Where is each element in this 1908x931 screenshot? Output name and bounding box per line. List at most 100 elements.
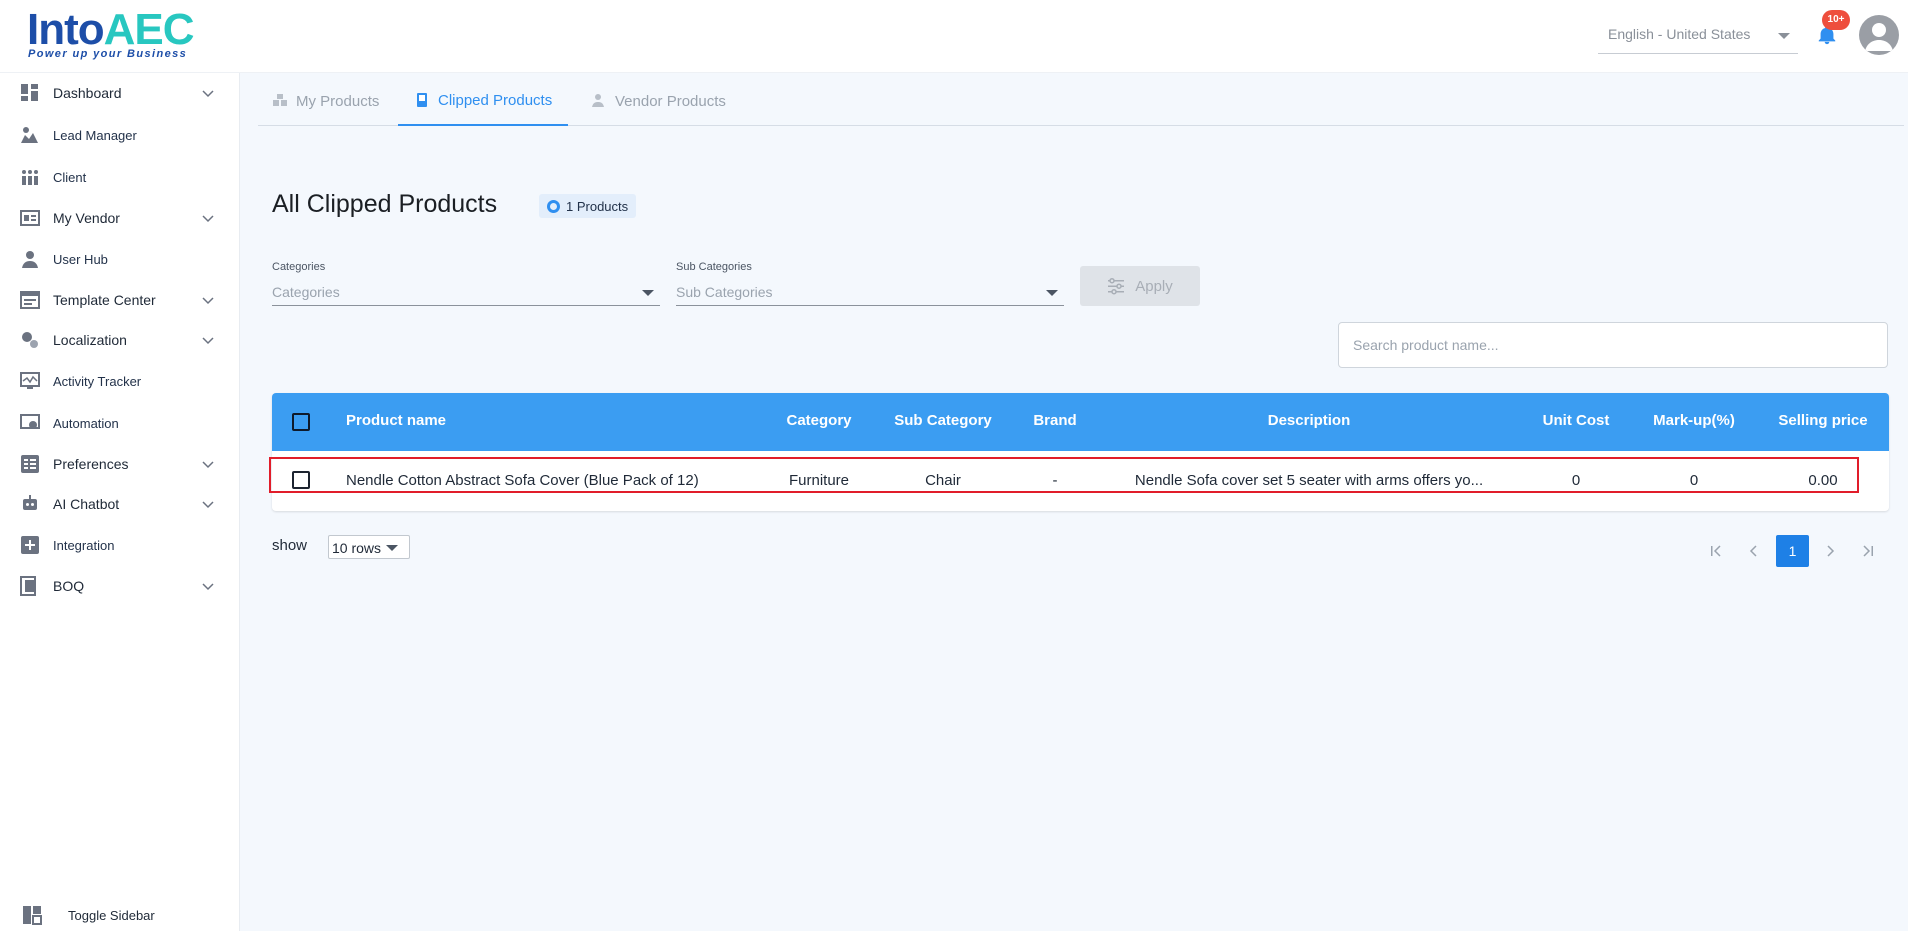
- sidebar-item-label: User Hub: [53, 251, 108, 267]
- column-header-product-name[interactable]: Product name: [346, 412, 446, 429]
- chevron-down-icon: [202, 297, 214, 305]
- sidebar-item-label: BOQ: [53, 578, 85, 594]
- chevron-down-icon: [202, 501, 214, 509]
- vendor-icon: [20, 210, 40, 226]
- chevron-right-icon: [1827, 545, 1835, 557]
- sidebar-item-client[interactable]: Client: [0, 159, 240, 195]
- column-header-selling-price[interactable]: Selling price: [1778, 412, 1867, 429]
- cell-markup: 0: [1689, 472, 1699, 489]
- row-checkbox[interactable]: [292, 471, 310, 489]
- product-count-badge: 1 Products: [539, 194, 637, 218]
- search-input[interactable]: [1339, 323, 1887, 367]
- sidebar-item-label: Automation: [53, 415, 119, 431]
- brand-logo[interactable]: IntoAEC Power up your Business: [27, 6, 195, 62]
- page-1-button[interactable]: 1: [1776, 535, 1809, 567]
- sidebar-item-boq[interactable]: BOQ: [0, 568, 240, 604]
- categories-select[interactable]: Categories: [272, 280, 660, 306]
- top-header: IntoAEC Power up your Business English -…: [0, 0, 1908, 73]
- rows-per-page-value: 10 rows: [332, 540, 382, 556]
- language-value: English - United States: [1608, 26, 1751, 42]
- lead-manager-icon: [21, 127, 38, 143]
- tab-label: Clipped Products: [438, 91, 553, 109]
- column-header-category[interactable]: Category: [786, 412, 851, 429]
- cell-description: Nendle Sofa cover set 5 seater with arms…: [1134, 472, 1484, 489]
- subcategories-placeholder: Sub Categories: [676, 284, 773, 300]
- chevron-down-icon: [202, 90, 214, 98]
- caret-down-icon: [642, 290, 654, 296]
- cell-category: Furniture: [788, 472, 850, 489]
- clip-icon: [417, 93, 427, 107]
- sidebar-item-integration[interactable]: Integration: [0, 527, 240, 563]
- column-header-description[interactable]: Description: [1268, 412, 1351, 429]
- next-page-button[interactable]: [1814, 535, 1846, 567]
- automation-icon: [20, 414, 40, 429]
- tab-my-products[interactable]: My Products: [272, 76, 379, 126]
- preferences-icon: [21, 455, 39, 473]
- caret-down-icon: [386, 545, 398, 551]
- apply-label: Apply: [1135, 277, 1173, 295]
- show-label: show: [272, 537, 308, 554]
- last-page-button[interactable]: [1852, 535, 1884, 567]
- language-select[interactable]: English - United States: [1598, 20, 1798, 54]
- column-header-sub-category[interactable]: Sub Category: [894, 412, 992, 429]
- localization-icon: [22, 332, 38, 348]
- sidebar-item-my-vendor[interactable]: My Vendor: [0, 200, 240, 236]
- toggle-sidebar-label: Toggle Sidebar: [68, 907, 155, 923]
- sidebar-item-dashboard[interactable]: Dashboard: [0, 75, 240, 111]
- sidebar-item-template-center[interactable]: Template Center: [0, 282, 240, 318]
- sidebar-item-label: AI Chatbot: [53, 496, 120, 512]
- user-avatar[interactable]: [1859, 15, 1899, 55]
- boxes-icon: [273, 94, 287, 106]
- logo-tagline: Power up your Business: [28, 48, 188, 60]
- prev-page-button[interactable]: [1738, 535, 1770, 567]
- cell-brand: -: [1052, 472, 1058, 489]
- rows-per-page-select[interactable]: 10 rows: [328, 535, 410, 559]
- cell-sub-category: Chair: [925, 472, 961, 489]
- sidebar-item-localization[interactable]: Localization: [0, 322, 240, 358]
- subcategories-label: Sub Categories: [676, 261, 752, 273]
- first-page-icon: [1711, 545, 1721, 557]
- categories-placeholder: Categories: [272, 284, 340, 300]
- caret-down-icon: [1046, 290, 1058, 296]
- toggle-sidebar-button[interactable]: Toggle Sidebar: [0, 897, 240, 931]
- template-icon: [20, 291, 40, 309]
- column-header-unit-cost[interactable]: Unit Cost: [1543, 412, 1610, 429]
- integration-icon: [21, 536, 39, 554]
- boq-icon: [20, 576, 36, 596]
- search-box: [1338, 322, 1888, 368]
- sidebar-item-preferences[interactable]: Preferences: [0, 446, 240, 482]
- column-header-brand[interactable]: Brand: [1033, 412, 1076, 429]
- sidebar-item-ai-chatbot[interactable]: AI Chatbot: [0, 486, 240, 522]
- user-icon: [22, 251, 38, 268]
- sidebar-item-label: Dashboard: [53, 85, 122, 101]
- sidebar-item-automation[interactable]: Automation: [0, 405, 240, 441]
- sidebar: Dashboard Lead Manager Client My Vendor …: [0, 73, 240, 931]
- sidebar-item-activity-tracker[interactable]: Activity Tracker: [0, 363, 240, 399]
- chevron-left-icon: [1749, 545, 1757, 557]
- tab-label: Vendor Products: [615, 92, 726, 110]
- column-header-markup[interactable]: Mark-up(%): [1653, 412, 1735, 429]
- product-count-label: 1 Products: [566, 198, 629, 214]
- tab-clipped-products[interactable]: Clipped Products: [398, 76, 569, 126]
- ring-icon: [547, 199, 560, 213]
- sidebar-item-label: Client: [53, 169, 87, 185]
- sidebar-item-lead-manager[interactable]: Lead Manager: [0, 117, 240, 153]
- products-table: Product name Category Sub Category Brand…: [269, 393, 1889, 511]
- apply-button[interactable]: Apply: [1080, 266, 1200, 306]
- table-header: Product name Category Sub Category Brand…: [272, 393, 1889, 451]
- subcategories-select[interactable]: Sub Categories: [676, 280, 1064, 306]
- client-icon: [22, 170, 38, 185]
- chevron-down-icon: [202, 461, 214, 469]
- first-page-button[interactable]: [1700, 535, 1732, 567]
- tab-vendor-products[interactable]: Vendor Products: [591, 76, 726, 126]
- caret-down-icon: [1778, 33, 1790, 39]
- dashboard-icon: [21, 84, 38, 101]
- table-row[interactable]: Nendle Cotton Abstract Sofa Cover (Blue …: [269, 451, 1889, 511]
- chevron-down-icon: [202, 583, 214, 591]
- select-all-checkbox[interactable]: [292, 413, 310, 431]
- sidebar-item-label: Localization: [53, 332, 127, 348]
- sidebar-item-label: Integration: [53, 537, 115, 553]
- vendor-user-icon: [592, 94, 604, 107]
- logo-wordmark: IntoAEC: [27, 5, 195, 54]
- sidebar-item-user-hub[interactable]: User Hub: [0, 241, 240, 277]
